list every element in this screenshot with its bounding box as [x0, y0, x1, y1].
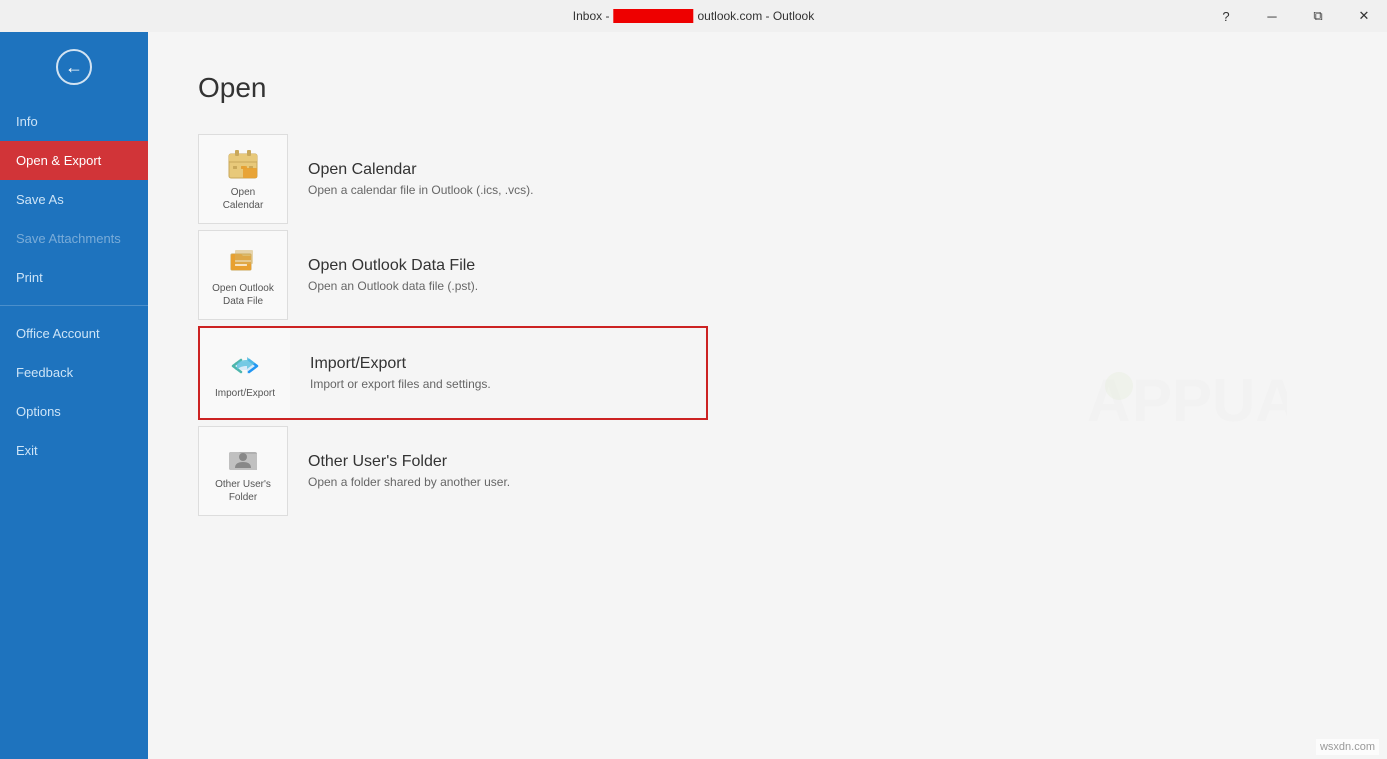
- open-calendar-row: Open Calendar Open Calendar Open a calen…: [198, 134, 1337, 224]
- open-calendar-desc: Open a calendar file in Outlook (.ics, .…: [308, 183, 533, 197]
- sidebar-item-options[interactable]: Options: [0, 392, 148, 431]
- open-calendar-title[interactable]: Open Calendar: [308, 161, 533, 179]
- title-email-redacted: [613, 9, 693, 23]
- svg-text:PPUALS: PPUALS: [1132, 367, 1287, 434]
- users-folder-icon: [225, 438, 261, 474]
- sidebar: ← Info Open & Export Save As Save Attach…: [0, 32, 148, 759]
- other-users-folder-icon-box[interactable]: Other User's Folder: [198, 426, 288, 516]
- sidebar-item-feedback[interactable]: Feedback: [0, 353, 148, 392]
- import-export-icon-box[interactable]: Import/Export: [200, 328, 290, 418]
- page-title: Open: [198, 72, 1337, 104]
- open-calendar-icon-label: Open Calendar: [223, 186, 264, 212]
- minimize-button[interactable]: ─: [1249, 0, 1295, 32]
- title-suffix: outlook.com - Outlook: [697, 9, 814, 23]
- sidebar-item-save-as[interactable]: Save As: [0, 180, 148, 219]
- title-prefix: Inbox -: [573, 9, 610, 23]
- import-export-desc: Import or export files and settings.: [310, 377, 491, 391]
- calendar-icon: [225, 146, 261, 182]
- other-users-folder-row: Other User's Folder Other User's Folder …: [198, 426, 1337, 516]
- other-users-folder-title[interactable]: Other User's Folder: [308, 453, 510, 471]
- open-data-file-icon-label: Open Outlook Data File: [212, 282, 274, 308]
- sidebar-item-exit[interactable]: Exit: [0, 431, 148, 470]
- open-calendar-icon-box[interactable]: Open Calendar: [198, 134, 288, 224]
- sidebar-item-open-export[interactable]: Open & Export: [0, 141, 148, 180]
- back-button[interactable]: ←: [0, 32, 148, 102]
- other-users-folder-icon-label: Other User's Folder: [215, 478, 271, 504]
- watermark: A PPUALS: [1087, 356, 1287, 436]
- sidebar-divider: [0, 305, 148, 306]
- option-list: Open Calendar Open Calendar Open a calen…: [198, 134, 1337, 518]
- open-calendar-text: Open Calendar Open a calendar file in Ou…: [288, 134, 553, 224]
- main-content: Open A PPUALS: [148, 32, 1387, 759]
- import-export-icon: [227, 348, 263, 384]
- app-body: ← Info Open & Export Save As Save Attach…: [0, 32, 1387, 759]
- help-button[interactable]: ?: [1203, 0, 1249, 32]
- import-export-title[interactable]: Import/Export: [310, 355, 491, 373]
- import-export-icon-label: Import/Export: [215, 388, 275, 399]
- import-export-row: Import/Export Import/Export Import or ex…: [198, 326, 708, 420]
- other-users-folder-desc: Open a folder shared by another user.: [308, 475, 510, 489]
- open-data-file-icon-box[interactable]: Open Outlook Data File: [198, 230, 288, 320]
- restore-button[interactable]: ⧉: [1295, 0, 1341, 32]
- data-file-icon: [225, 242, 261, 278]
- sidebar-item-info[interactable]: Info: [0, 102, 148, 141]
- title-bar-controls: ? ─ ⧉ ✕: [1203, 0, 1387, 32]
- sidebar-item-office-account[interactable]: Office Account: [0, 314, 148, 353]
- sidebar-item-print[interactable]: Print: [0, 258, 148, 297]
- watermark-svg: A PPUALS: [1087, 356, 1287, 436]
- close-button[interactable]: ✕: [1341, 0, 1387, 32]
- wsxdn-badge: wsxdn.com: [1316, 739, 1379, 755]
- open-data-file-text: Open Outlook Data File Open an Outlook d…: [288, 230, 498, 320]
- title-bar-text: Inbox - outlook.com - Outlook: [573, 9, 814, 23]
- open-data-file-desc: Open an Outlook data file (.pst).: [308, 279, 478, 293]
- sidebar-nav: Info Open & Export Save As Save Attachme…: [0, 102, 148, 759]
- open-data-file-row: Open Outlook Data File Open Outlook Data…: [198, 230, 1337, 320]
- title-bar: Inbox - outlook.com - Outlook ? ─ ⧉ ✕: [0, 0, 1387, 32]
- back-circle-icon: ←: [56, 49, 92, 85]
- sidebar-item-save-attachments: Save Attachments: [0, 219, 148, 258]
- import-export-text: Import/Export Import or export files and…: [290, 328, 511, 418]
- other-users-folder-text: Other User's Folder Open a folder shared…: [288, 426, 530, 516]
- open-data-file-title[interactable]: Open Outlook Data File: [308, 257, 478, 275]
